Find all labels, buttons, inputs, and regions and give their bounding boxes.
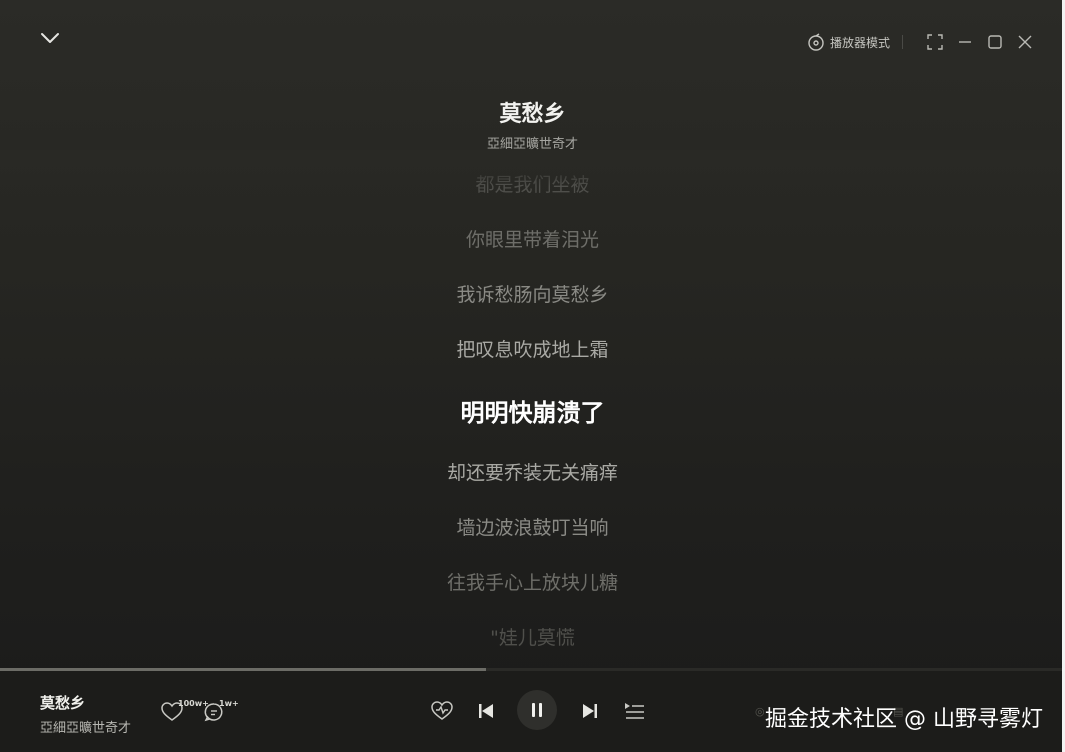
lyric-line[interactable]: "娃儿莫慌 [0,623,1065,650]
pause-icon [532,703,542,717]
lyric-line-active[interactable]: 明明快崩溃了 [0,393,1065,428]
now-playing-artist[interactable]: 亞細亞曠世奇才 [40,717,131,736]
pause-button[interactable] [517,690,557,730]
playlist-icon [625,703,644,719]
sound-effect-icon[interactable]: ◎ [755,705,765,718]
next-button[interactable] [579,700,601,722]
lyric-line[interactable]: 墙边波浪鼓叮当响 [0,513,1065,540]
previous-button[interactable] [475,700,497,722]
comment-count: 1w+ [219,699,239,708]
song-artist[interactable]: 亞細亞曠世奇才 [0,133,1065,152]
heartbeat-mode-button[interactable] [430,700,454,722]
lyric-line[interactable]: 却还要乔装无关痛痒 [0,458,1065,485]
lyric-line[interactable]: 你眼里带着泪光 [0,225,1065,252]
lyric-line[interactable]: 往我手心上放块儿糖 [0,568,1065,595]
watermark: 掘金技术社区 @ 山野寻雾灯 [765,707,1043,732]
lyrics-player-window: 播放器模式 都是我们坐被你眼里带着泪光我诉愁肠向莫愁乡把叹息吹成地上霜明明快崩溃… [0,0,1065,752]
song-title: 莫愁乡 [499,102,566,127]
lyrics-top-fade [0,150,1065,186]
playlist-button[interactable] [622,700,646,722]
skip-back-icon [479,704,493,718]
lyric-line[interactable]: 把叹息吹成地上霜 [0,335,1065,362]
lyric-line[interactable]: 我诉愁肠向莫愁乡 [0,280,1065,307]
skip-forward-icon [583,704,597,718]
now-playing-title[interactable]: 莫愁乡 [40,692,85,713]
player-bar: 莫愁乡 亞細亞曠世奇才 100w+ 1w+ ◎ ▤ ◁ 掘金技术社区 @ 山野寻… [0,671,1065,752]
heartbeat-icon [431,701,453,720]
